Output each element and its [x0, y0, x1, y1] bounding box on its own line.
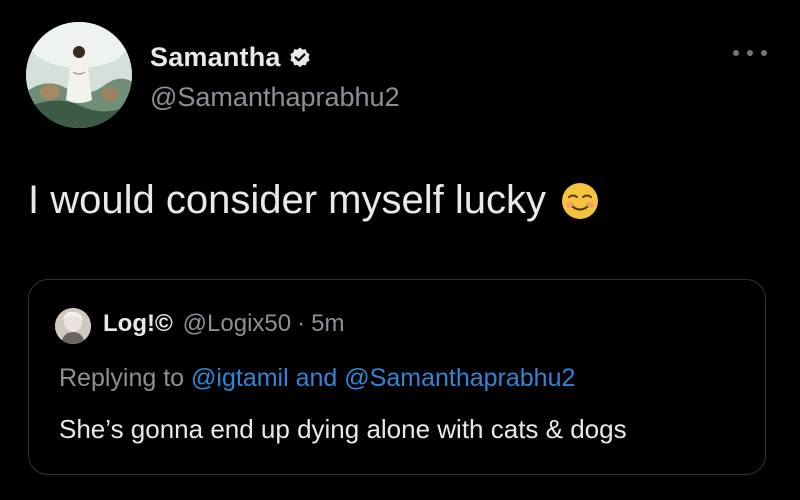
- quoted-timestamp[interactable]: 5m: [311, 310, 344, 338]
- author-name-row: Samantha: [150, 42, 312, 73]
- quoted-author-handle[interactable]: @Logix50: [183, 310, 291, 338]
- quoted-tweet[interactable]: Log!© @Logix50 · 5m Replying to @igtamil…: [28, 279, 766, 475]
- quoted-author-avatar[interactable]: [55, 308, 91, 344]
- author-avatar[interactable]: [26, 22, 132, 128]
- more-dot: [761, 50, 767, 56]
- smiling-face-emoji-icon: [560, 181, 600, 221]
- author-name[interactable]: Samantha: [150, 42, 281, 73]
- replying-to-line: Replying to @igtamil and @Samanthaprabhu…: [59, 364, 575, 393]
- quoted-author-name[interactable]: Log!©: [103, 310, 173, 338]
- mention-link[interactable]: @igtamil: [191, 364, 289, 392]
- quoted-tweet-text: She’s gonna end up dying alone with cats…: [59, 414, 627, 444]
- avatar-image: [26, 22, 132, 128]
- quoted-separator: ·: [297, 310, 306, 337]
- replying-prefix: Replying to: [59, 364, 185, 392]
- more-options-icon[interactable]: [733, 46, 767, 60]
- quoted-header: Log!© @Logix50 · 5m: [103, 310, 344, 338]
- replying-and: and: [295, 364, 338, 392]
- more-dot: [747, 50, 753, 56]
- verified-badge-icon: [288, 46, 312, 70]
- quoted-avatar-image: [55, 308, 91, 344]
- mention-link[interactable]: @Samanthaprabhu2: [344, 364, 575, 392]
- tweet-text-row: I would consider myself lucky: [28, 178, 600, 223]
- tweet-card: Samantha @Samanthaprabhu2 I would consid…: [0, 0, 800, 500]
- more-dot: [733, 50, 739, 56]
- author-handle[interactable]: @Samanthaprabhu2: [150, 82, 400, 113]
- tweet-text: I would consider myself lucky: [28, 178, 546, 222]
